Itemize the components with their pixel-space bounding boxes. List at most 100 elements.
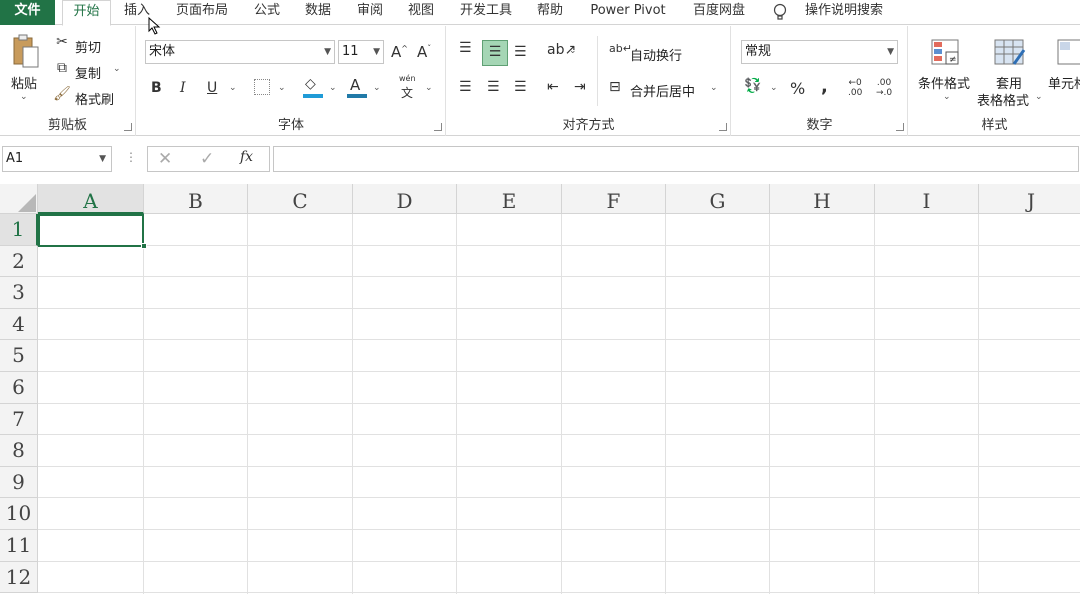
fill-handle[interactable] [141, 243, 147, 249]
row-header-11[interactable]: 11 [0, 530, 38, 562]
comma-style-button[interactable]: , [821, 76, 828, 97]
bold-button[interactable]: B [151, 80, 162, 96]
tab-baidu-netdisk[interactable]: 百度网盘 [685, 0, 753, 25]
merge-center-icon[interactable]: ⊟ [609, 79, 621, 95]
table-format-dropdown[interactable]: ⌄ [1035, 92, 1043, 102]
increase-decimal-icon[interactable]: ←0.00 [848, 78, 862, 98]
active-cell-a1[interactable] [38, 214, 144, 247]
column-header-e[interactable]: E [457, 184, 562, 214]
align-center-icon[interactable]: ☰ [487, 79, 500, 95]
row-header-9[interactable]: 9 [0, 466, 38, 499]
merge-center-dropdown[interactable]: ⌄ [710, 83, 718, 93]
tab-home[interactable]: 开始 [62, 0, 111, 26]
formula-input[interactable] [273, 146, 1079, 172]
select-all-corner[interactable] [0, 184, 38, 214]
underline-dropdown[interactable]: ⌄ [229, 83, 237, 93]
wrap-text-icon[interactable]: ab↵ [609, 42, 632, 55]
row-header-8[interactable]: 8 [0, 435, 38, 467]
decrease-indent-icon[interactable]: ⇤ [547, 79, 559, 95]
column-header-f[interactable]: F [562, 184, 666, 214]
orientation-dropdown[interactable]: ⌄ [569, 46, 577, 56]
wrap-text-button[interactable]: 自动换行 [630, 45, 682, 64]
cell-styles-icon[interactable] [1057, 38, 1080, 68]
copy-button[interactable]: 复制 [75, 63, 101, 82]
column-header-i[interactable]: I [875, 184, 979, 214]
phonetic-guide-icon[interactable]: 文 [401, 84, 413, 101]
italic-button[interactable]: I [180, 80, 186, 96]
worksheet-grid[interactable]: A B C D E F G H I J 1 2 3 4 5 6 7 8 9 10 11 12 [0, 184, 1080, 594]
decrease-decimal-icon[interactable]: .00 →.0 [876, 78, 892, 98]
grow-font-icon[interactable]: A^ [391, 43, 408, 61]
table-format-label-2[interactable]: 表格格式 [977, 90, 1029, 109]
fill-color-dropdown[interactable]: ⌄ [329, 83, 337, 93]
row-header-2[interactable]: 2 [0, 245, 38, 278]
merge-center-button[interactable]: 合并后居中 [630, 81, 695, 100]
row-header-5[interactable]: 5 [0, 340, 38, 372]
borders-icon[interactable] [254, 79, 270, 95]
format-painter-icon[interactable]: 🖌 [53, 86, 71, 102]
enter-icon[interactable]: ✓ [200, 149, 214, 169]
conditional-format-dropdown[interactable]: ⌄ [943, 92, 951, 102]
format-painter-button[interactable]: 格式刷 [75, 89, 114, 108]
insert-function-button[interactable]: fx [240, 149, 253, 165]
align-top-icon[interactable]: ☰ [459, 40, 472, 56]
cut-button[interactable]: 剪切 [75, 37, 101, 56]
row-header-12[interactable]: 12 [0, 561, 38, 594]
number-format-combo[interactable]: 常规 ▼ [741, 40, 898, 64]
column-header-c[interactable]: C [248, 184, 353, 214]
conditional-format-icon[interactable]: ≠ [931, 38, 961, 68]
phonetic-dropdown[interactable]: ⌄ [425, 83, 433, 93]
paste-icon[interactable] [10, 34, 40, 74]
scissors-icon[interactable]: ✂ [53, 34, 71, 50]
cell-styles-button[interactable]: 单元格 [1048, 73, 1080, 92]
column-header-g[interactable]: G [666, 184, 770, 214]
align-left-icon[interactable]: ☰ [459, 79, 472, 95]
font-color-icon[interactable]: A [350, 76, 360, 94]
align-bottom-icon[interactable]: ☰ [514, 44, 527, 60]
tab-help[interactable]: 帮助 [530, 0, 570, 25]
tab-power-pivot[interactable]: Power Pivot [583, 0, 673, 25]
paste-dropdown[interactable]: ⌄ [20, 92, 28, 102]
row-header-6[interactable]: 6 [0, 372, 38, 404]
alignment-launcher-icon[interactable] [719, 123, 727, 131]
copy-icon[interactable]: ⧉ [53, 60, 71, 76]
conditional-format-button[interactable]: 条件格式 [918, 73, 970, 92]
row-header-10[interactable]: 10 [0, 498, 38, 530]
name-box[interactable]: A1 ▼ [2, 146, 112, 172]
tab-data[interactable]: 数据 [298, 0, 338, 25]
tab-view[interactable]: 视图 [401, 0, 441, 25]
column-header-d[interactable]: D [353, 184, 457, 214]
borders-dropdown[interactable]: ⌄ [278, 83, 286, 93]
font-color-dropdown[interactable]: ⌄ [373, 83, 381, 93]
cancel-icon[interactable]: ✕ [158, 149, 172, 169]
tell-me-search[interactable]: 操作说明搜索 [797, 0, 891, 25]
column-header-a[interactable]: A [38, 184, 144, 214]
percent-style-button[interactable]: % [790, 79, 805, 98]
table-format-icon[interactable] [994, 38, 1026, 68]
fill-color-icon[interactable]: ◇ [305, 76, 316, 92]
column-header-b[interactable]: B [144, 184, 248, 214]
font-size-combo[interactable]: 11 ▼ [338, 40, 384, 64]
tab-formulas[interactable]: 公式 [248, 0, 286, 25]
font-name-combo[interactable]: 宋体 ▼ [145, 40, 335, 64]
column-header-h[interactable]: H [770, 184, 875, 214]
number-launcher-icon[interactable] [896, 123, 904, 131]
shrink-font-icon[interactable]: Aˇ [417, 43, 431, 61]
row-header-1[interactable]: 1 [0, 214, 38, 246]
paste-button[interactable]: 粘贴 [11, 73, 37, 92]
align-right-icon[interactable]: ☰ [514, 79, 527, 95]
row-header-3[interactable]: 3 [0, 277, 38, 309]
column-header-j[interactable]: J [979, 184, 1080, 214]
increase-indent-icon[interactable]: ⇥ [574, 79, 586, 95]
copy-dropdown[interactable]: ⌄ [113, 64, 121, 74]
tab-developer[interactable]: 开发工具 [452, 0, 520, 25]
tab-file[interactable]: 文件 [0, 0, 55, 25]
row-header-7[interactable]: 7 [0, 403, 38, 436]
accounting-dropdown[interactable]: ⌄ [770, 83, 778, 93]
align-middle-button[interactable]: ☰ [482, 40, 508, 66]
clipboard-launcher-icon[interactable] [124, 123, 132, 131]
underline-button[interactable]: U [207, 80, 217, 96]
row-header-4[interactable]: 4 [0, 308, 38, 341]
font-launcher-icon[interactable] [434, 123, 442, 131]
accounting-format-icon[interactable]: 💱 [744, 78, 761, 94]
